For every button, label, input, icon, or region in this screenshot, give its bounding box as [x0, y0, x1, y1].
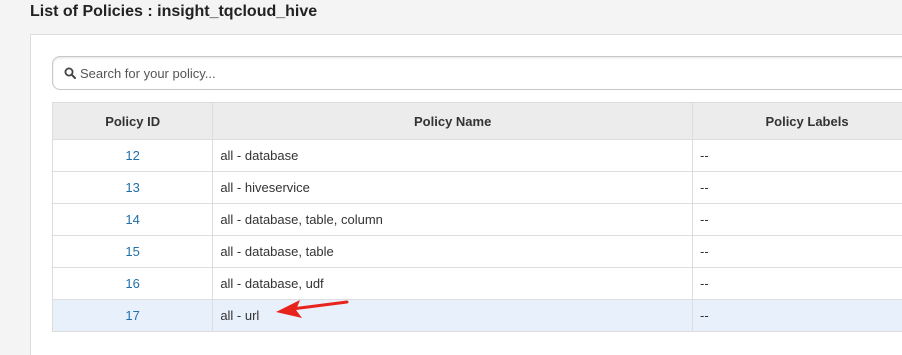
- column-header-policy-labels[interactable]: Policy Labels: [693, 103, 902, 140]
- policy-name-cell: all - database: [213, 140, 693, 172]
- table-row: 13 all - hiveservice --: [53, 172, 902, 204]
- column-header-policy-id[interactable]: Policy ID: [53, 103, 213, 140]
- policy-id-cell: 16: [53, 268, 213, 300]
- column-header-policy-name[interactable]: Policy Name: [213, 103, 693, 140]
- policy-id-cell: 17: [53, 300, 213, 332]
- policy-name-cell: all - database, table: [213, 236, 693, 268]
- policy-labels-cell: --: [693, 300, 902, 332]
- policy-name-cell: all - database, table, column: [213, 204, 693, 236]
- search-icon: [64, 67, 76, 79]
- table-row: 16 all - database, udf --: [53, 268, 902, 300]
- policy-name-cell: all - url: [213, 300, 693, 332]
- policy-labels-cell: --: [693, 140, 902, 172]
- policy-id-link[interactable]: 12: [125, 148, 139, 163]
- policy-id-link[interactable]: 16: [125, 276, 139, 291]
- page-title: List of Policies : insight_tqcloud_hive: [30, 3, 317, 21]
- policy-id-cell: 12: [53, 140, 213, 172]
- table-row: 12 all - database --: [53, 140, 902, 172]
- policy-id-link[interactable]: 14: [125, 212, 139, 227]
- policy-labels-cell: --: [693, 172, 902, 204]
- policy-id-cell: 14: [53, 204, 213, 236]
- policy-list-panel: Policy ID Policy Name Policy Labels 12 a…: [30, 34, 902, 355]
- search-box[interactable]: [52, 56, 902, 90]
- table-row: 14 all - database, table, column --: [53, 204, 902, 236]
- table-row-highlighted: 17 all - url --: [53, 300, 902, 332]
- policy-id-cell: 13: [53, 172, 213, 204]
- policy-name-cell: all - database, udf: [213, 268, 693, 300]
- policy-name-cell: all - hiveservice: [213, 172, 693, 204]
- policy-id-link[interactable]: 15: [125, 244, 139, 259]
- policy-id-cell: 15: [53, 236, 213, 268]
- table-header-row: Policy ID Policy Name Policy Labels: [53, 103, 902, 140]
- policy-id-link[interactable]: 17: [125, 308, 139, 323]
- table-row: 15 all - database, table --: [53, 236, 902, 268]
- policy-labels-cell: --: [693, 204, 902, 236]
- policy-id-link[interactable]: 13: [125, 180, 139, 195]
- policy-labels-cell: --: [693, 268, 902, 300]
- search-input[interactable]: [80, 62, 880, 84]
- policy-labels-cell: --: [693, 236, 902, 268]
- policy-table: Policy ID Policy Name Policy Labels 12 a…: [52, 102, 902, 332]
